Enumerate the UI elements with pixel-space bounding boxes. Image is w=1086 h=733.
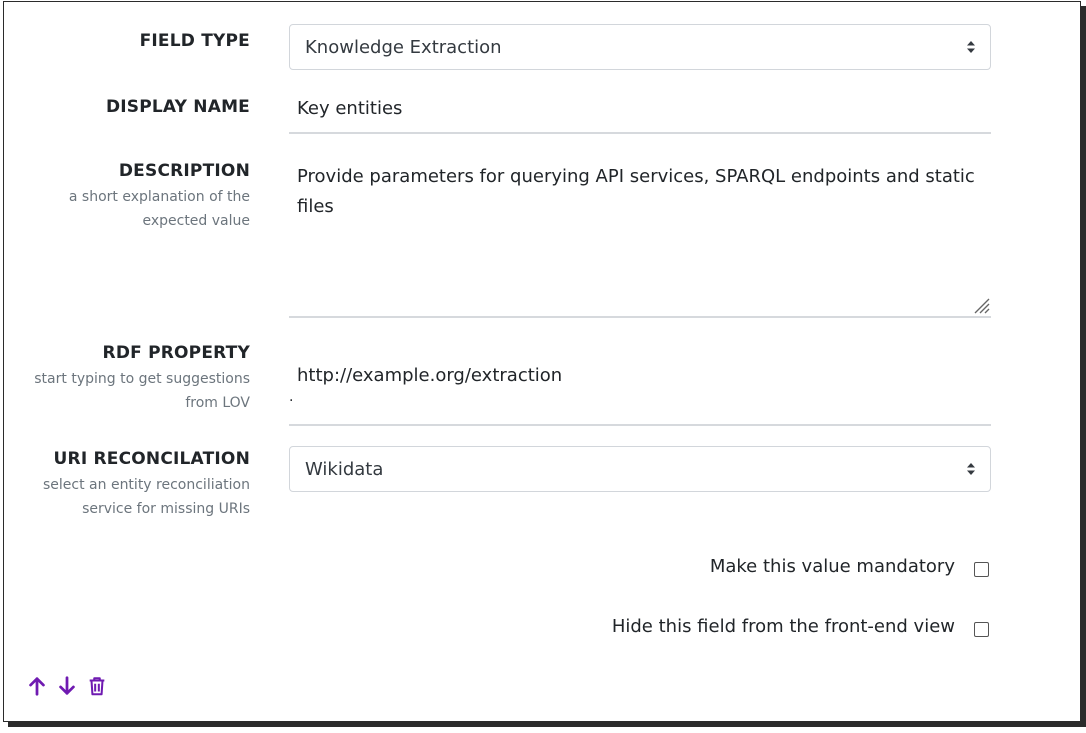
select-caret-icon xyxy=(967,41,975,53)
uri-reconciliation-select[interactable]: Wikidata xyxy=(289,446,991,492)
display-name-label: DISPLAY NAME xyxy=(105,97,250,117)
rdf-property-label: RDF PROPERTY xyxy=(102,343,250,363)
description-textarea[interactable]: Provide parameters for querying API serv… xyxy=(289,158,991,318)
mandatory-checkbox[interactable] xyxy=(974,562,989,577)
description-control: Provide parameters for querying API serv… xyxy=(289,158,991,318)
field-type-label: FIELD TYPE xyxy=(139,31,250,51)
resize-handle-icon[interactable] xyxy=(972,296,990,314)
arrow-up-icon[interactable] xyxy=(26,675,48,697)
hide-label: Hide this field from the front-end view xyxy=(611,616,955,637)
mandatory-option[interactable]: Make this value mandatory xyxy=(710,556,989,577)
field-type-control: Knowledge Extraction xyxy=(289,24,991,70)
rdf-property-input[interactable]: http://example.org/extraction . xyxy=(289,340,991,426)
hide-checkbox[interactable] xyxy=(974,622,989,637)
uri-reconciliation-value: Wikidata xyxy=(305,458,384,480)
uri-reconciliation-label: URI RECONCILATION xyxy=(53,449,250,469)
rdf-property-value: http://example.org/extraction xyxy=(297,365,563,386)
select-caret-icon xyxy=(967,463,975,475)
rdf-property-help: start typing to get suggestions from LOV xyxy=(34,371,250,411)
arrow-down-icon[interactable] xyxy=(56,675,78,697)
uri-reconciliation-help: select an entity reconciliation service … xyxy=(43,477,250,517)
mandatory-label: Make this value mandatory xyxy=(709,556,955,577)
display-name-label-group: DISPLAY NAME xyxy=(10,96,250,118)
uri-reconciliation-control: Wikidata xyxy=(289,446,991,492)
display-name-control: Key entities xyxy=(289,94,991,134)
field-type-label-group: FIELD TYPE xyxy=(10,30,250,52)
hide-option[interactable]: Hide this field from the front-end view xyxy=(612,616,989,637)
description-label-group: DESCRIPTION a short explanation of the e… xyxy=(10,160,250,233)
field-config-card: FIELD TYPE Knowledge Extraction DISPLAY … xyxy=(3,1,1081,722)
rdf-property-suggestion-dot: . xyxy=(289,389,294,405)
description-help: a short explanation of the expected valu… xyxy=(68,189,250,229)
field-type-value: Knowledge Extraction xyxy=(305,36,502,58)
field-actions xyxy=(26,675,108,697)
uri-reconciliation-label-group: URI RECONCILATION select an entity recon… xyxy=(10,448,250,521)
rdf-property-control: http://example.org/extraction . xyxy=(289,340,991,426)
description-value: Provide parameters for querying API serv… xyxy=(297,166,975,217)
field-type-select[interactable]: Knowledge Extraction xyxy=(289,24,991,70)
description-label: DESCRIPTION xyxy=(118,161,250,181)
display-name-input[interactable]: Key entities xyxy=(289,94,991,134)
trash-icon[interactable] xyxy=(86,675,108,697)
rdf-property-label-group: RDF PROPERTY start typing to get suggest… xyxy=(10,342,250,415)
